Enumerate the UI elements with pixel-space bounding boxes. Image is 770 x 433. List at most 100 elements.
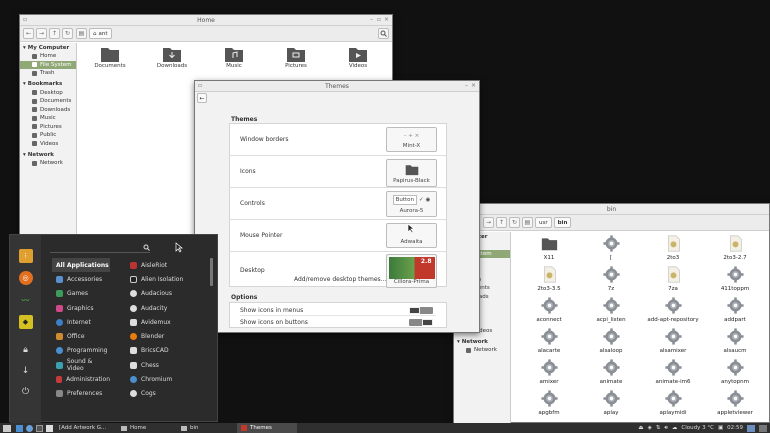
app-alien-isolation[interactable]: Alien Isolation <box>128 272 208 286</box>
bin-file-item[interactable]: 2to3-2.7 <box>704 235 766 261</box>
folder-videos[interactable]: Videos <box>338 45 378 69</box>
close-icon[interactable]: × <box>384 16 389 23</box>
lock-screen-icon[interactable]: 🔒︎ <box>19 343 33 357</box>
taskbar-item-artwork[interactable]: [Add Artwork G... <box>55 423 117 433</box>
show-desktop-icon[interactable] <box>16 424 23 432</box>
bin-file-item[interactable]: 7z <box>580 266 642 292</box>
desktop-theme-button[interactable]: 2.8 Cillora-Prima <box>386 254 437 288</box>
removable-drive-icon[interactable]: ⏏ <box>638 425 643 431</box>
app-chess[interactable]: Chess <box>128 358 208 372</box>
bin-file-item[interactable]: 411toppm <box>704 266 766 292</box>
reload-button[interactable]: ↻ <box>62 28 73 39</box>
app-cogs[interactable]: Cogs <box>128 387 208 401</box>
bin-file-item[interactable]: amixer <box>518 359 580 385</box>
forward-button[interactable]: → <box>36 28 47 39</box>
power-icon[interactable]: ⏻ <box>19 385 33 399</box>
favorite-app-2-icon[interactable]: ◎ <box>18 271 33 285</box>
menu-launcher-icon[interactable] <box>3 424 11 432</box>
bin-file-item[interactable]: 2to3 <box>642 235 704 261</box>
show-icons-on-buttons-toggle[interactable] <box>409 319 433 326</box>
toggle-location-button[interactable]: ▤ <box>76 28 87 39</box>
bin-file-item[interactable]: 7za <box>642 266 704 292</box>
reload-button[interactable]: ↻ <box>509 217 520 228</box>
add-remove-desktop-themes-link[interactable]: Add/remove desktop themes... <box>294 276 386 283</box>
sidebar-item-videos[interactable]: Videos <box>20 140 76 149</box>
app-avidemux[interactable]: Avidemux <box>128 315 208 329</box>
folder-pictures[interactable]: Pictures <box>276 45 316 69</box>
up-button[interactable]: ↑ <box>496 217 507 228</box>
sidebar-item-downloads[interactable]: Downloads <box>20 106 76 115</box>
sidebar-item-public[interactable]: Public <box>20 131 76 140</box>
favorite-app-4-icon[interactable]: ◆ <box>18 315 33 329</box>
category-games[interactable]: Games <box>52 287 110 301</box>
workspace-2-icon[interactable] <box>759 424 767 432</box>
app-audacity[interactable]: Audacity <box>128 301 208 315</box>
category-sound-video[interactable]: Sound & Video <box>52 358 110 372</box>
menu-search-bar[interactable] <box>50 243 150 253</box>
sidebar-item-documents[interactable]: Documents <box>20 97 76 106</box>
bin-file-item[interactable]: aplay <box>580 390 642 416</box>
bin-file-item[interactable]: alacarte <box>518 328 580 354</box>
app-aisleriot[interactable]: AisleRiot <box>128 258 208 272</box>
weather-label[interactable]: Cloudy 3 °C <box>681 425 714 431</box>
category-graphics[interactable]: Graphics <box>52 301 110 315</box>
search-button[interactable] <box>378 28 389 39</box>
home-titlebar[interactable]: ▫ Home – ▫ × <box>20 15 392 26</box>
maximize-icon[interactable]: ▫ <box>377 16 381 23</box>
category-internet[interactable]: Internet <box>52 315 110 329</box>
minimize-icon[interactable]: – <box>465 82 468 89</box>
bin-file-item[interactable]: acpi_listen <box>580 297 642 323</box>
menu-scrollbar[interactable] <box>210 258 213 286</box>
themes-titlebar[interactable]: ▫ Themes – × <box>195 81 479 92</box>
back-button[interactable]: ← <box>23 28 34 39</box>
bin-file-item[interactable]: 2to3-3.5 <box>518 266 580 292</box>
sidebar-item-network[interactable]: Network <box>454 346 510 355</box>
bin-file-item[interactable]: anytopnm <box>704 359 766 385</box>
location-button-ant[interactable]: ⌂ ant <box>89 28 112 39</box>
network-icon[interactable]: ⇅ <box>656 425 661 431</box>
taskbar-item-themes[interactable]: Themes <box>237 423 297 433</box>
terminal-launcher-icon[interactable] <box>36 424 43 432</box>
shield-icon[interactable]: ◈ <box>648 425 652 431</box>
window-menu-icon[interactable]: ▫ <box>23 16 27 23</box>
bin-file-item[interactable]: aplaymidi <box>642 390 704 416</box>
folder-documents[interactable]: Documents <box>90 45 130 69</box>
bin-file-item[interactable]: [ <box>580 235 642 261</box>
window-borders-theme-button[interactable]: – + × Mint-X <box>386 127 437 152</box>
icons-theme-button[interactable]: Papirus-Black <box>386 159 437 187</box>
folder-downloads[interactable]: Downloads <box>152 45 192 69</box>
logout-icon[interactable]: ↓ <box>19 364 33 378</box>
bin-file-item[interactable]: alsamixer <box>642 328 704 354</box>
bin-file-item[interactable]: addpart <box>704 297 766 323</box>
sidebar-item-home[interactable]: Home <box>20 52 76 61</box>
sidebar-header-network[interactable]: ▾ Network <box>20 150 76 159</box>
app-audacious[interactable]: Audacious <box>128 287 208 301</box>
sidebar-header-bookmarks[interactable]: ▾ Bookmarks <box>20 80 76 89</box>
category-programming[interactable]: Programming <box>52 344 110 358</box>
path-usr-button[interactable]: usr <box>535 217 552 228</box>
up-button[interactable]: ↑ <box>49 28 60 39</box>
clock[interactable]: 02:59 <box>727 425 743 431</box>
bin-file-item[interactable]: X11 <box>518 235 580 261</box>
app-chromium[interactable]: Chromium <box>128 372 208 386</box>
close-icon[interactable]: × <box>471 82 476 89</box>
sidebar-item-network[interactable]: Network <box>20 159 76 168</box>
sidebar-item-trash[interactable]: Trash <box>20 69 76 78</box>
taskbar-item-home[interactable]: Home <box>117 423 177 433</box>
window-menu-icon[interactable]: ▫ <box>198 82 202 89</box>
sidebar-item-filesystem[interactable]: File System <box>20 60 76 69</box>
sidebar-header-computer[interactable]: ▾ My Computer <box>20 43 76 52</box>
bin-file-item[interactable]: aconnect <box>518 297 580 323</box>
keyboard-icon[interactable]: ▣ <box>718 425 723 431</box>
forward-button[interactable]: → <box>483 217 494 228</box>
category-all-applications[interactable]: All Applications <box>52 258 110 273</box>
bin-file-item[interactable]: alsaucm <box>704 328 766 354</box>
app-blender[interactable]: Blender <box>128 329 208 343</box>
category-preferences[interactable]: Preferences <box>52 387 110 401</box>
sidebar-header-network[interactable]: ▾ Network <box>454 337 510 346</box>
favorite-app-1-icon[interactable]: ⁝ <box>18 249 33 263</box>
bin-titlebar[interactable]: bin <box>454 204 769 215</box>
app-bricscad[interactable]: BricsCAD <box>128 344 208 358</box>
bin-file-item[interactable]: appletviewer <box>704 390 766 416</box>
show-icons-in-menus-toggle[interactable] <box>409 306 433 314</box>
